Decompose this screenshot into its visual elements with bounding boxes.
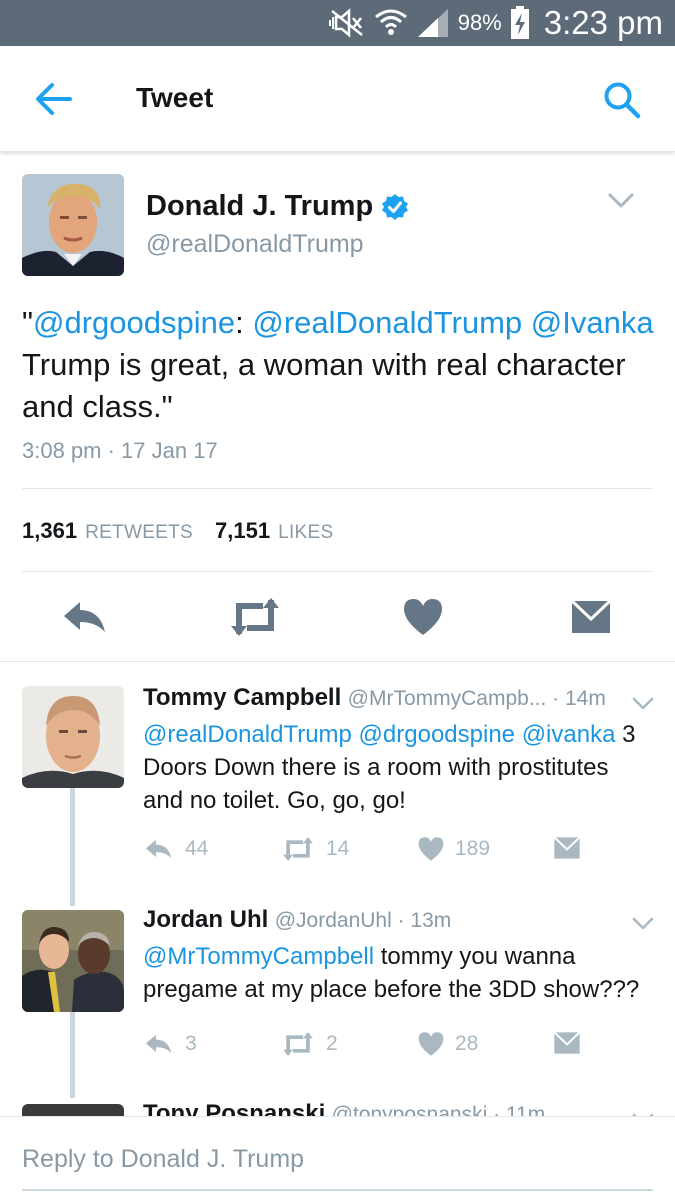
reply-separator: · [391,909,411,932]
likes-label[interactable]: LIKES [278,522,333,544]
like-count: 28 [455,1032,479,1055]
direct-message-icon[interactable] [553,836,581,860]
retweet-count: 14 [326,837,350,860]
likes-count[interactable]: 7,151 [215,518,270,544]
reply-icon[interactable] [143,1031,175,1057]
reply-timestamp: 13m [410,909,452,932]
reply-icon[interactable] [143,836,175,862]
reply-author-name[interactable]: Jordan Uhl [143,906,268,933]
reply-avatar[interactable] [22,910,124,1012]
battery-percent: 98% [457,10,502,35]
reply-icon[interactable] [62,596,108,638]
reply-input[interactable]: Reply to Donald J. Trump [22,1145,304,1174]
reply-author-name[interactable]: Tommy Campbell [143,684,341,711]
reply-actions: 3 2 28 [143,1031,643,1061]
avatar-photo-image [22,910,124,1012]
like-action[interactable]: 189 [417,836,490,862]
reply-header: Tommy Campbell @MrTommyCampb... · 14m [143,684,606,712]
tweet-text-part [522,305,531,340]
reply-count: 3 [185,1032,197,1055]
tweet-text-part: " [22,305,34,340]
page-title: Tweet [136,82,214,113]
chevron-down-icon[interactable] [632,696,654,712]
like-action[interactable]: 28 [417,1031,478,1057]
mention-link[interactable]: @drgoodspine [33,305,235,340]
like-heart-icon[interactable] [417,1031,445,1057]
avatar-portrait-image [22,686,124,788]
retweet-action[interactable]: 2 [280,1031,338,1057]
reply-separator: · [546,687,565,710]
reply-timestamp: 14m [565,687,606,710]
divider [22,571,653,572]
direct-message-icon[interactable] [571,596,611,638]
divider [22,488,653,489]
battery-charging-icon [510,6,529,39]
reply-text: @MrTommyCampbell tommy you wanna pregame… [143,940,653,1006]
message-action[interactable] [553,836,581,860]
wifi-icon [374,9,407,35]
reply-count: 44 [185,837,209,860]
tweet-text-part: Trump is great, a woman with real charac… [22,347,626,424]
mention-link[interactable]: @realDonaldTrump [252,305,522,340]
chevron-down-icon[interactable] [608,192,634,210]
reply-text: @realDonaldTrump @drgoodspine @ivanka 3 … [143,718,653,817]
direct-message-icon[interactable] [553,1031,581,1055]
tweet-text: "@drgoodspine: @realDonaldTrump @Ivanka … [22,302,662,428]
reply-action[interactable]: 3 [143,1031,197,1057]
retweets-label[interactable]: RETWEETS [85,522,193,544]
app-header: Tweet [0,46,675,152]
tweet-text-part: : [235,305,253,340]
retweet-action[interactable]: 14 [280,836,349,862]
reply-input-underline [22,1189,653,1191]
retweets-count[interactable]: 1,361 [22,518,77,544]
mention-links[interactable]: @realDonaldTrump @drgoodspine @ivanka [143,721,615,748]
back-arrow-icon[interactable] [34,81,72,117]
signal-icon [417,9,448,37]
tweet-stats: 1,361 RETWEETS 7,151 LIKES [22,518,355,544]
verified-badge-icon [382,193,409,220]
author-handle[interactable]: @realDonaldTrump [146,230,364,259]
avatar-portrait-image [22,174,124,276]
retweet-icon[interactable] [280,836,316,862]
like-heart-icon[interactable] [402,596,444,638]
author-avatar[interactable] [22,174,124,276]
reply-avatar[interactable] [22,686,124,788]
clock: 3:23 pm [543,4,663,41]
mention-link[interactable]: @Ivanka [531,305,654,340]
chevron-down-icon[interactable] [632,916,654,932]
retweet-icon[interactable] [229,596,281,638]
retweet-icon[interactable] [280,1031,316,1057]
mute-icon [328,8,363,38]
reply-author-handle[interactable]: @JordanUhl [275,909,392,932]
like-heart-icon[interactable] [417,836,445,862]
author-name[interactable]: Donald J. Trump [146,190,409,223]
reply-compose-bar[interactable]: Reply to Donald J. Trump [0,1116,675,1200]
reply-action[interactable]: 44 [143,836,208,862]
retweet-count: 2 [326,1032,338,1055]
like-count: 189 [455,837,491,860]
reply-header: Jordan Uhl @JordanUhl · 13m [143,906,451,934]
search-icon[interactable] [602,80,642,120]
reply-author-handle[interactable]: @MrTommyCampb... [348,687,547,710]
divider [0,661,675,662]
status-bar: 98% 3:23 pm [0,0,675,46]
thread-connector [70,1012,75,1098]
reply-actions: 44 14 189 [143,836,643,866]
mention-links[interactable]: @MrTommyCampbell [143,943,374,970]
author-name-text[interactable]: Donald J. Trump [146,190,373,223]
tweet-timestamp: 3:08 pm · 17 Jan 17 [22,438,218,463]
thread-connector [70,788,75,906]
message-action[interactable] [553,1031,581,1055]
